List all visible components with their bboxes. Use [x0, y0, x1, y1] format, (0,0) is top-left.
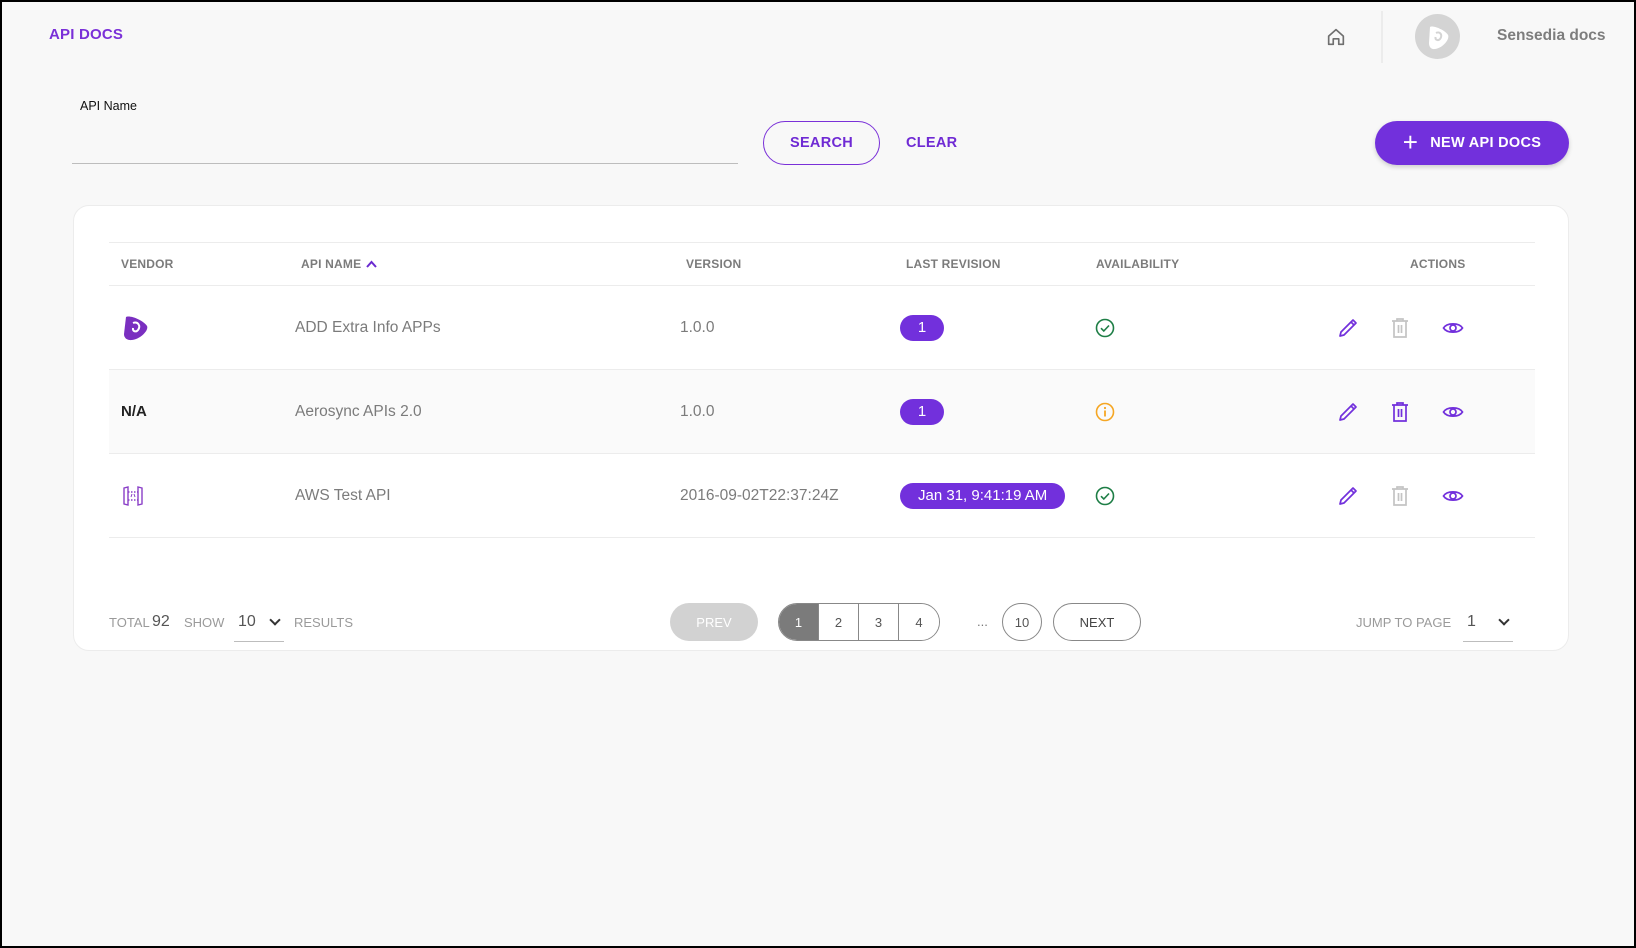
user-name[interactable]: Sensedia docs: [1497, 27, 1606, 45]
column-api-name[interactable]: API NAME: [301, 257, 378, 271]
aws-api-gateway-icon: [123, 485, 143, 506]
header-divider: [1381, 11, 1383, 63]
pencil-icon: [1339, 402, 1357, 421]
available-check-icon: [1095, 318, 1115, 337]
api-name-cell[interactable]: ADD Extra Info APPs: [295, 286, 441, 369]
column-availability: AVAILABILITY: [1096, 257, 1180, 271]
clear-button[interactable]: CLEAR: [898, 121, 965, 165]
show-label: SHOW: [184, 615, 225, 630]
user-avatar[interactable]: [1415, 14, 1460, 59]
page-number-group: 1 2 3 4: [778, 603, 940, 641]
api-name-label: API Name: [80, 99, 137, 113]
table-row: ADD Extra Info APPs 1.0.0 1: [109, 286, 1535, 370]
page-size-value: 10: [238, 613, 256, 630]
table-row: AWS Test API 2016-09-02T22:37:24Z Jan 31…: [109, 454, 1535, 538]
jump-to-page-select[interactable]: 1: [1463, 602, 1513, 642]
search-button[interactable]: SEARCH: [763, 121, 880, 165]
revision-badge: 1: [900, 314, 944, 341]
sensedia-logo-icon: [1428, 26, 1448, 49]
chevron-down-icon: [269, 614, 281, 626]
new-api-docs-label: NEW API DOCS: [1430, 135, 1542, 151]
column-actions: ACTIONS: [1410, 257, 1466, 271]
column-vendor: VENDOR: [121, 257, 174, 271]
pencil-icon: [1339, 318, 1357, 337]
api-name-input[interactable]: [72, 124, 738, 164]
version-cell: 2016-09-02T22:37:24Z: [680, 486, 839, 504]
version-cell: 1.0.0: [680, 402, 715, 420]
vendor-cell: [121, 454, 145, 537]
chevron-down-icon: [1498, 614, 1510, 626]
page-button-1[interactable]: 1: [779, 604, 819, 640]
page-button-2[interactable]: 2: [819, 604, 859, 640]
availability-cell: [1095, 370, 1115, 453]
revision-badge: 1: [900, 398, 944, 425]
page-button-last[interactable]: 10: [1002, 603, 1042, 641]
home-icon: [1327, 28, 1345, 46]
edit-button[interactable]: [1337, 286, 1359, 369]
new-api-docs-button[interactable]: + NEW API DOCS: [1375, 121, 1569, 165]
eye-icon: [1442, 322, 1464, 333]
results-label: RESULTS: [294, 615, 353, 630]
trash-icon: [1392, 401, 1408, 422]
column-last-revision: LAST REVISION: [906, 257, 1001, 271]
last-revision-cell: 1: [900, 370, 944, 453]
availability-cell: [1095, 454, 1115, 537]
view-button[interactable]: [1442, 454, 1464, 537]
column-api-name-label: API NAME: [301, 257, 362, 271]
availability-cell: [1095, 286, 1115, 369]
view-button[interactable]: [1442, 286, 1464, 369]
api-name-cell[interactable]: Aerosync APIs 2.0: [295, 370, 422, 453]
vendor-cell: N/A: [121, 403, 147, 420]
next-page-button[interactable]: NEXT: [1053, 603, 1141, 641]
delete-button[interactable]: [1390, 370, 1410, 453]
trash-icon: [1392, 485, 1408, 506]
revision-badge: Jan 31, 9:41:19 AM: [900, 482, 1066, 509]
plus-icon: +: [1402, 127, 1419, 157]
total-label: TOTAL: [109, 615, 150, 630]
vendor-cell: [121, 286, 149, 369]
column-version: VERSION: [686, 257, 742, 271]
last-revision-cell: 1: [900, 286, 944, 369]
page-button-4[interactable]: 4: [899, 604, 939, 640]
last-revision-cell: Jan 31, 9:41:19 AM: [900, 454, 1066, 537]
edit-button[interactable]: [1337, 454, 1359, 537]
edit-button[interactable]: [1337, 370, 1359, 453]
table-footer: TOTAL 92 SHOW 10 RESULTS PREV 1 2 3 4 ..…: [109, 576, 1535, 642]
jump-to-page-label: JUMP TO PAGE: [1356, 615, 1452, 630]
table-row: N/A Aerosync APIs 2.0 1.0.0 1: [109, 370, 1535, 454]
api-docs-card: VENDOR API NAME VERSION LAST REVISION AV…: [73, 205, 1569, 651]
sort-ascending-icon: [366, 260, 378, 268]
api-docs-table: VENDOR API NAME VERSION LAST REVISION AV…: [109, 242, 1535, 642]
api-name-cell[interactable]: AWS Test API: [295, 454, 391, 537]
total-count: 92: [152, 613, 170, 630]
delete-button[interactable]: [1390, 286, 1410, 369]
page-size-select[interactable]: 10: [234, 602, 284, 642]
table-header: VENDOR API NAME VERSION LAST REVISION AV…: [109, 242, 1535, 286]
pencil-icon: [1339, 486, 1357, 505]
eye-icon: [1442, 406, 1464, 417]
prev-page-button[interactable]: PREV: [670, 603, 758, 641]
page-button-3[interactable]: 3: [859, 604, 899, 640]
page-ellipsis: ...: [977, 614, 988, 629]
home-button[interactable]: [1325, 26, 1347, 48]
app-title: API DOCS: [49, 26, 124, 43]
delete-button[interactable]: [1390, 454, 1410, 537]
sensedia-vendor-icon: [124, 316, 148, 340]
jump-to-page-value: 1: [1467, 613, 1476, 630]
available-check-icon: [1095, 486, 1115, 505]
warning-info-icon: [1095, 402, 1115, 421]
eye-icon: [1442, 490, 1464, 501]
trash-icon: [1392, 317, 1408, 338]
version-cell: 1.0.0: [680, 318, 715, 336]
view-button[interactable]: [1442, 370, 1464, 453]
